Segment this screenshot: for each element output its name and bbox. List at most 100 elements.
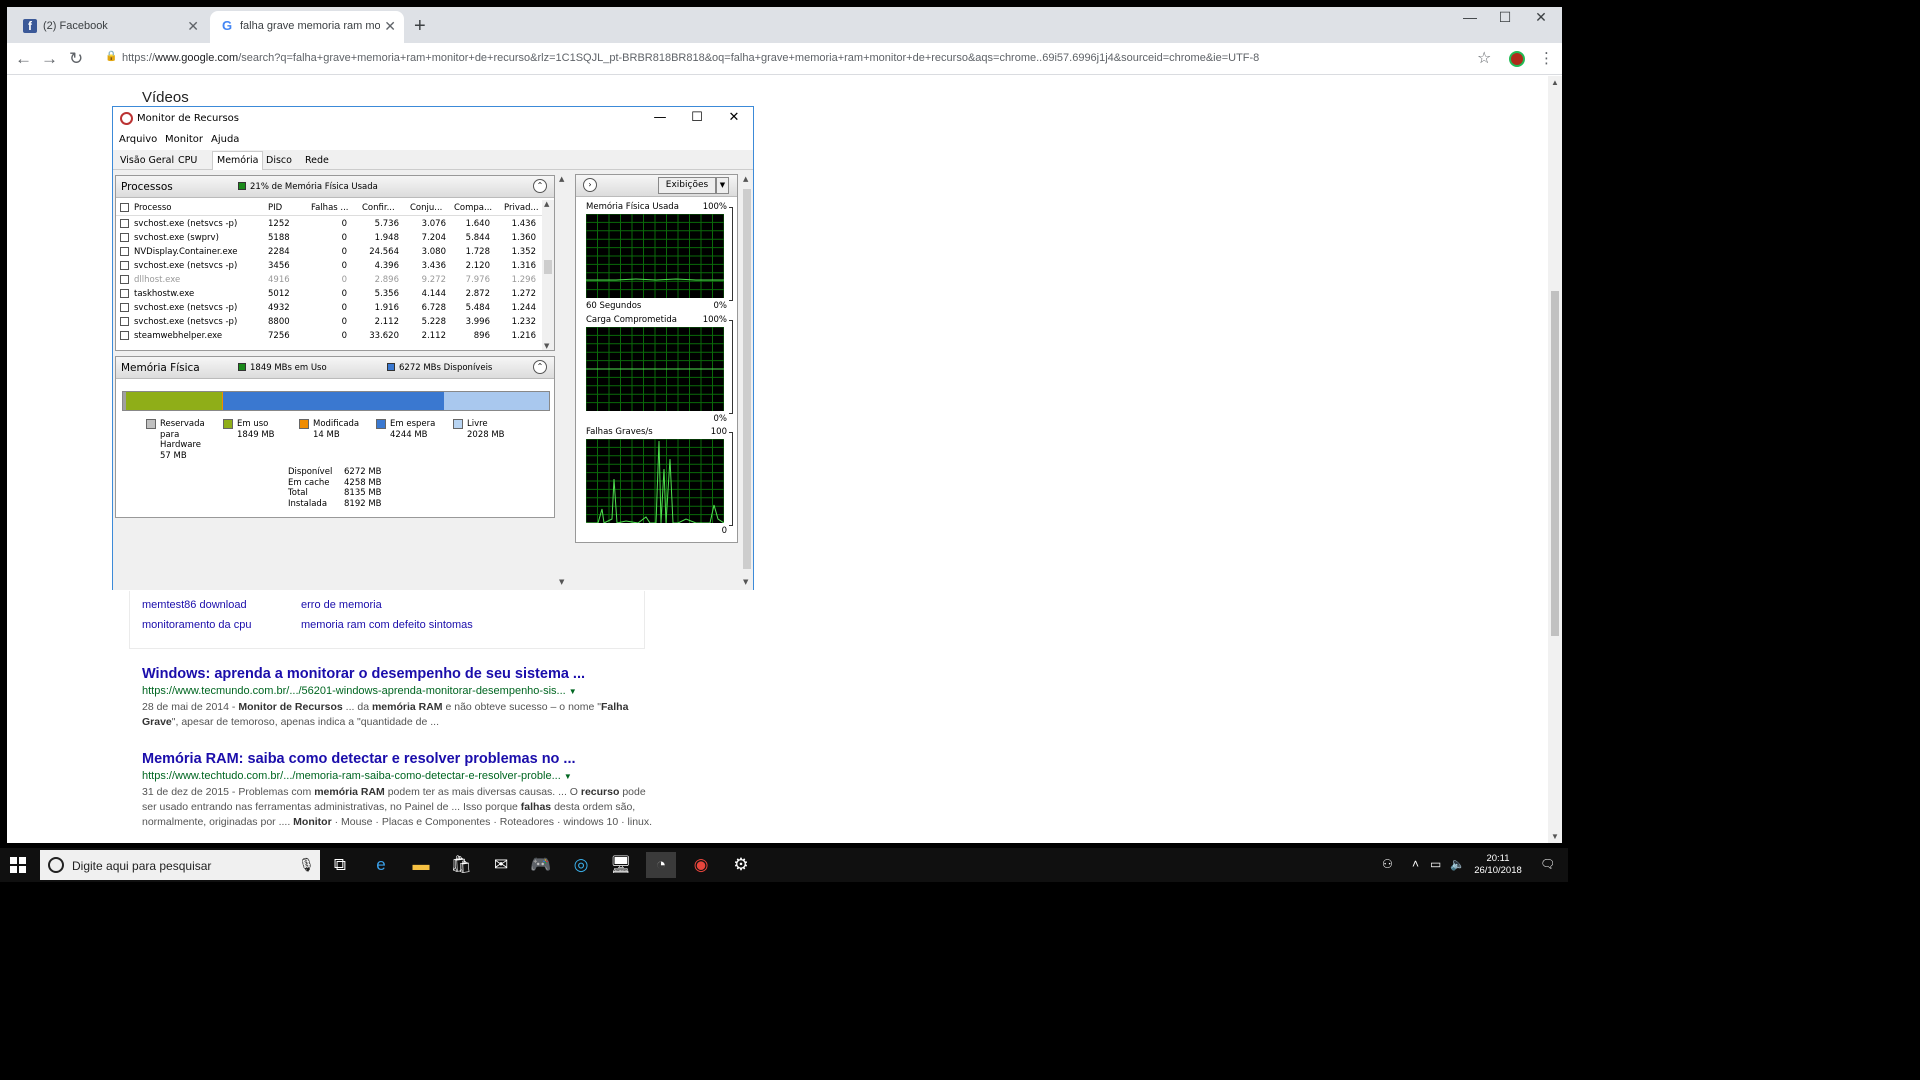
col-compartilhavel[interactable]: Compa... xyxy=(454,203,492,213)
result-title-link[interactable]: Windows: aprenda a monitorar o desempenh… xyxy=(142,666,662,682)
process-checkbox[interactable] xyxy=(120,275,129,284)
uplay-icon[interactable]: ◎ xyxy=(566,852,596,878)
resource-monitor-taskbar-icon[interactable]: ◔ xyxy=(646,852,676,878)
left-pane-scrollbar[interactable]: ▲ ▼ xyxy=(557,175,569,586)
table-row[interactable]: svchost.exe (netsvcs -p) 3456 0 4.396 3.436 2… xyxy=(116,260,546,274)
file-explorer-icon[interactable]: ▬ xyxy=(406,852,436,878)
col-falhas[interactable]: Falhas ... xyxy=(311,203,349,213)
dropdown-arrow-icon[interactable]: ▼ xyxy=(564,772,572,781)
col-privado[interactable]: Privad... xyxy=(504,203,539,213)
process-checkbox[interactable] xyxy=(120,289,129,298)
collapse-icon[interactable]: ⌃ xyxy=(533,360,547,374)
new-tab-button[interactable]: + xyxy=(414,15,426,38)
taskbar-search[interactable]: Digite aqui para pesquisar 🎙 xyxy=(40,850,320,880)
scroll-up-icon[interactable]: ▲ xyxy=(559,175,564,183)
process-checkbox[interactable] xyxy=(120,261,129,270)
scroll-up-icon[interactable]: ▲ xyxy=(1551,78,1559,87)
store-icon[interactable]: 🛍 xyxy=(446,852,476,878)
scroll-up-icon[interactable]: ▲ xyxy=(544,200,549,208)
process-checkbox[interactable] xyxy=(120,233,129,242)
table-row[interactable]: svchost.exe (netsvcs -p) 8800 0 2.112 5.228 3… xyxy=(116,316,546,330)
scrollbar-thumb[interactable] xyxy=(544,260,552,274)
tab-memoria[interactable]: Memória xyxy=(212,151,264,171)
physical-memory-header[interactable]: Memória Física 1849 MBs em Uso 6272 MBs … xyxy=(116,357,554,379)
table-row[interactable]: dllhost.exe 4916 0 2.896 9.272 7.976 1.296 xyxy=(116,274,546,288)
task-view-icon[interactable]: ⧉ xyxy=(325,852,355,878)
related-link[interactable]: monitoramento da cpu xyxy=(142,619,251,631)
table-row[interactable]: taskhostw.exe 5012 0 5.356 4.144 2.872 1.272 xyxy=(116,288,546,302)
menu-monitor[interactable]: Monitor xyxy=(165,134,203,145)
edge-icon[interactable]: e xyxy=(366,852,396,878)
scrollbar-thumb[interactable] xyxy=(743,189,751,569)
tab-rede[interactable]: Rede xyxy=(305,155,329,166)
close-window-icon[interactable]: ✕ xyxy=(1526,9,1556,26)
processes-header[interactable]: Processos 21% de Memória Física Usada ⌃ xyxy=(116,176,554,198)
process-checkbox[interactable] xyxy=(120,219,129,228)
select-all-checkbox[interactable] xyxy=(120,203,129,212)
table-row[interactable]: svchost.exe (netsvcs -p) 4932 0 1.916 6.728 5… xyxy=(116,302,546,316)
maximize-icon[interactable]: ☐ xyxy=(682,110,712,125)
col-conjunto[interactable]: Conju... xyxy=(410,203,442,213)
scroll-up-icon[interactable]: ▲ xyxy=(743,175,748,183)
profile-avatar[interactable] xyxy=(1509,51,1525,67)
address-bar[interactable]: https://www.google.com/search?q=falha+gr… xyxy=(122,52,1259,64)
volume-icon[interactable]: 🔈 xyxy=(1450,857,1465,871)
col-processo[interactable]: Processo xyxy=(134,203,171,213)
reload-icon[interactable]: ↻ xyxy=(69,49,83,69)
col-confirmado[interactable]: Confir... xyxy=(362,203,395,213)
people-icon[interactable]: ⚇ xyxy=(1382,857,1393,871)
mail-icon[interactable]: ✉ xyxy=(486,852,516,878)
processes-scrollbar[interactable]: ▲ ▼ xyxy=(542,200,554,350)
resmon-titlebar[interactable]: Monitor de Recursos — ☐ ✕ xyxy=(113,107,753,132)
menu-arquivo[interactable]: Arquivo xyxy=(119,134,157,145)
close-tab-icon[interactable]: ✕ xyxy=(187,18,199,35)
scrollbar-thumb[interactable] xyxy=(1551,291,1559,636)
minimize-icon[interactable]: — xyxy=(1455,9,1485,25)
process-checkbox[interactable] xyxy=(120,331,129,340)
menu-icon[interactable]: ⋮ xyxy=(1539,49,1554,67)
table-row[interactable]: svchost.exe (swprv) 5188 0 1.948 7.204 5.844 1… xyxy=(116,232,546,246)
notifications-icon[interactable]: 🗨 xyxy=(1540,857,1555,871)
table-row[interactable]: steamwebhelper.exe 7256 0 33.620 2.112 896 1.2… xyxy=(116,330,546,344)
game-app-icon[interactable]: 🎮 xyxy=(526,852,556,878)
tab-cpu[interactable]: CPU xyxy=(178,155,197,166)
tab-visao-geral[interactable]: Visão Geral xyxy=(120,155,174,166)
related-link[interactable]: memoria ram com defeito sintomas xyxy=(301,619,473,631)
views-dropdown-icon[interactable]: ▼ xyxy=(716,177,729,194)
process-checkbox[interactable] xyxy=(120,317,129,326)
chrome-icon[interactable]: ◉ xyxy=(686,852,716,878)
taskbar-clock[interactable]: 20:11 26/10/2018 xyxy=(1468,853,1528,877)
scroll-down-icon[interactable]: ▼ xyxy=(559,578,564,586)
close-tab-icon[interactable]: ✕ xyxy=(384,18,396,35)
tab-google-search[interactable]: G falha grave memoria ram monito ✕ xyxy=(210,11,404,43)
process-checkbox[interactable] xyxy=(120,303,129,312)
table-row[interactable]: NVDisplay.Container.exe 2284 0 24.564 3.080 1… xyxy=(116,246,546,260)
dropdown-arrow-icon[interactable]: ▼ xyxy=(569,687,577,696)
scroll-down-icon[interactable]: ▼ xyxy=(743,578,748,586)
collapse-icon[interactable]: ⌃ xyxy=(533,179,547,193)
forward-icon[interactable]: → xyxy=(41,49,58,69)
tab-facebook[interactable]: f (2) Facebook ✕ xyxy=(13,11,207,43)
microphone-icon[interactable]: 🎙 xyxy=(298,857,315,873)
result-title-link[interactable]: Memória RAM: saiba como detectar e resol… xyxy=(142,751,662,767)
graphs-scrollbar[interactable]: ▲ ▼ xyxy=(741,175,753,586)
maximize-icon[interactable]: ☐ xyxy=(1490,9,1520,26)
related-link[interactable]: erro de memoria xyxy=(301,599,382,611)
remote-desktop-icon[interactable]: 🖥 xyxy=(606,852,636,878)
scroll-down-icon[interactable]: ▼ xyxy=(1551,832,1559,841)
chevron-up-icon[interactable]: ˄ xyxy=(1412,857,1419,871)
scroll-down-icon[interactable]: ▼ xyxy=(544,342,549,350)
related-link[interactable]: memtest86 download xyxy=(142,599,247,611)
views-button[interactable]: Exibições xyxy=(658,177,716,194)
page-scrollbar[interactable]: ▲ ▼ xyxy=(1548,76,1562,843)
back-icon[interactable]: ← xyxy=(15,49,32,69)
close-window-icon[interactable]: ✕ xyxy=(719,110,749,125)
bookmark-star-icon[interactable]: ☆ xyxy=(1477,48,1491,68)
menu-ajuda[interactable]: Ajuda xyxy=(211,134,239,145)
network-icon[interactable]: ▭ xyxy=(1430,857,1441,871)
tab-disco[interactable]: Disco xyxy=(266,155,292,166)
settings-gear-icon[interactable]: ⚙ xyxy=(726,852,756,878)
process-checkbox[interactable] xyxy=(120,247,129,256)
minimize-icon[interactable]: — xyxy=(645,110,675,125)
windows-start-icon[interactable] xyxy=(10,857,26,878)
